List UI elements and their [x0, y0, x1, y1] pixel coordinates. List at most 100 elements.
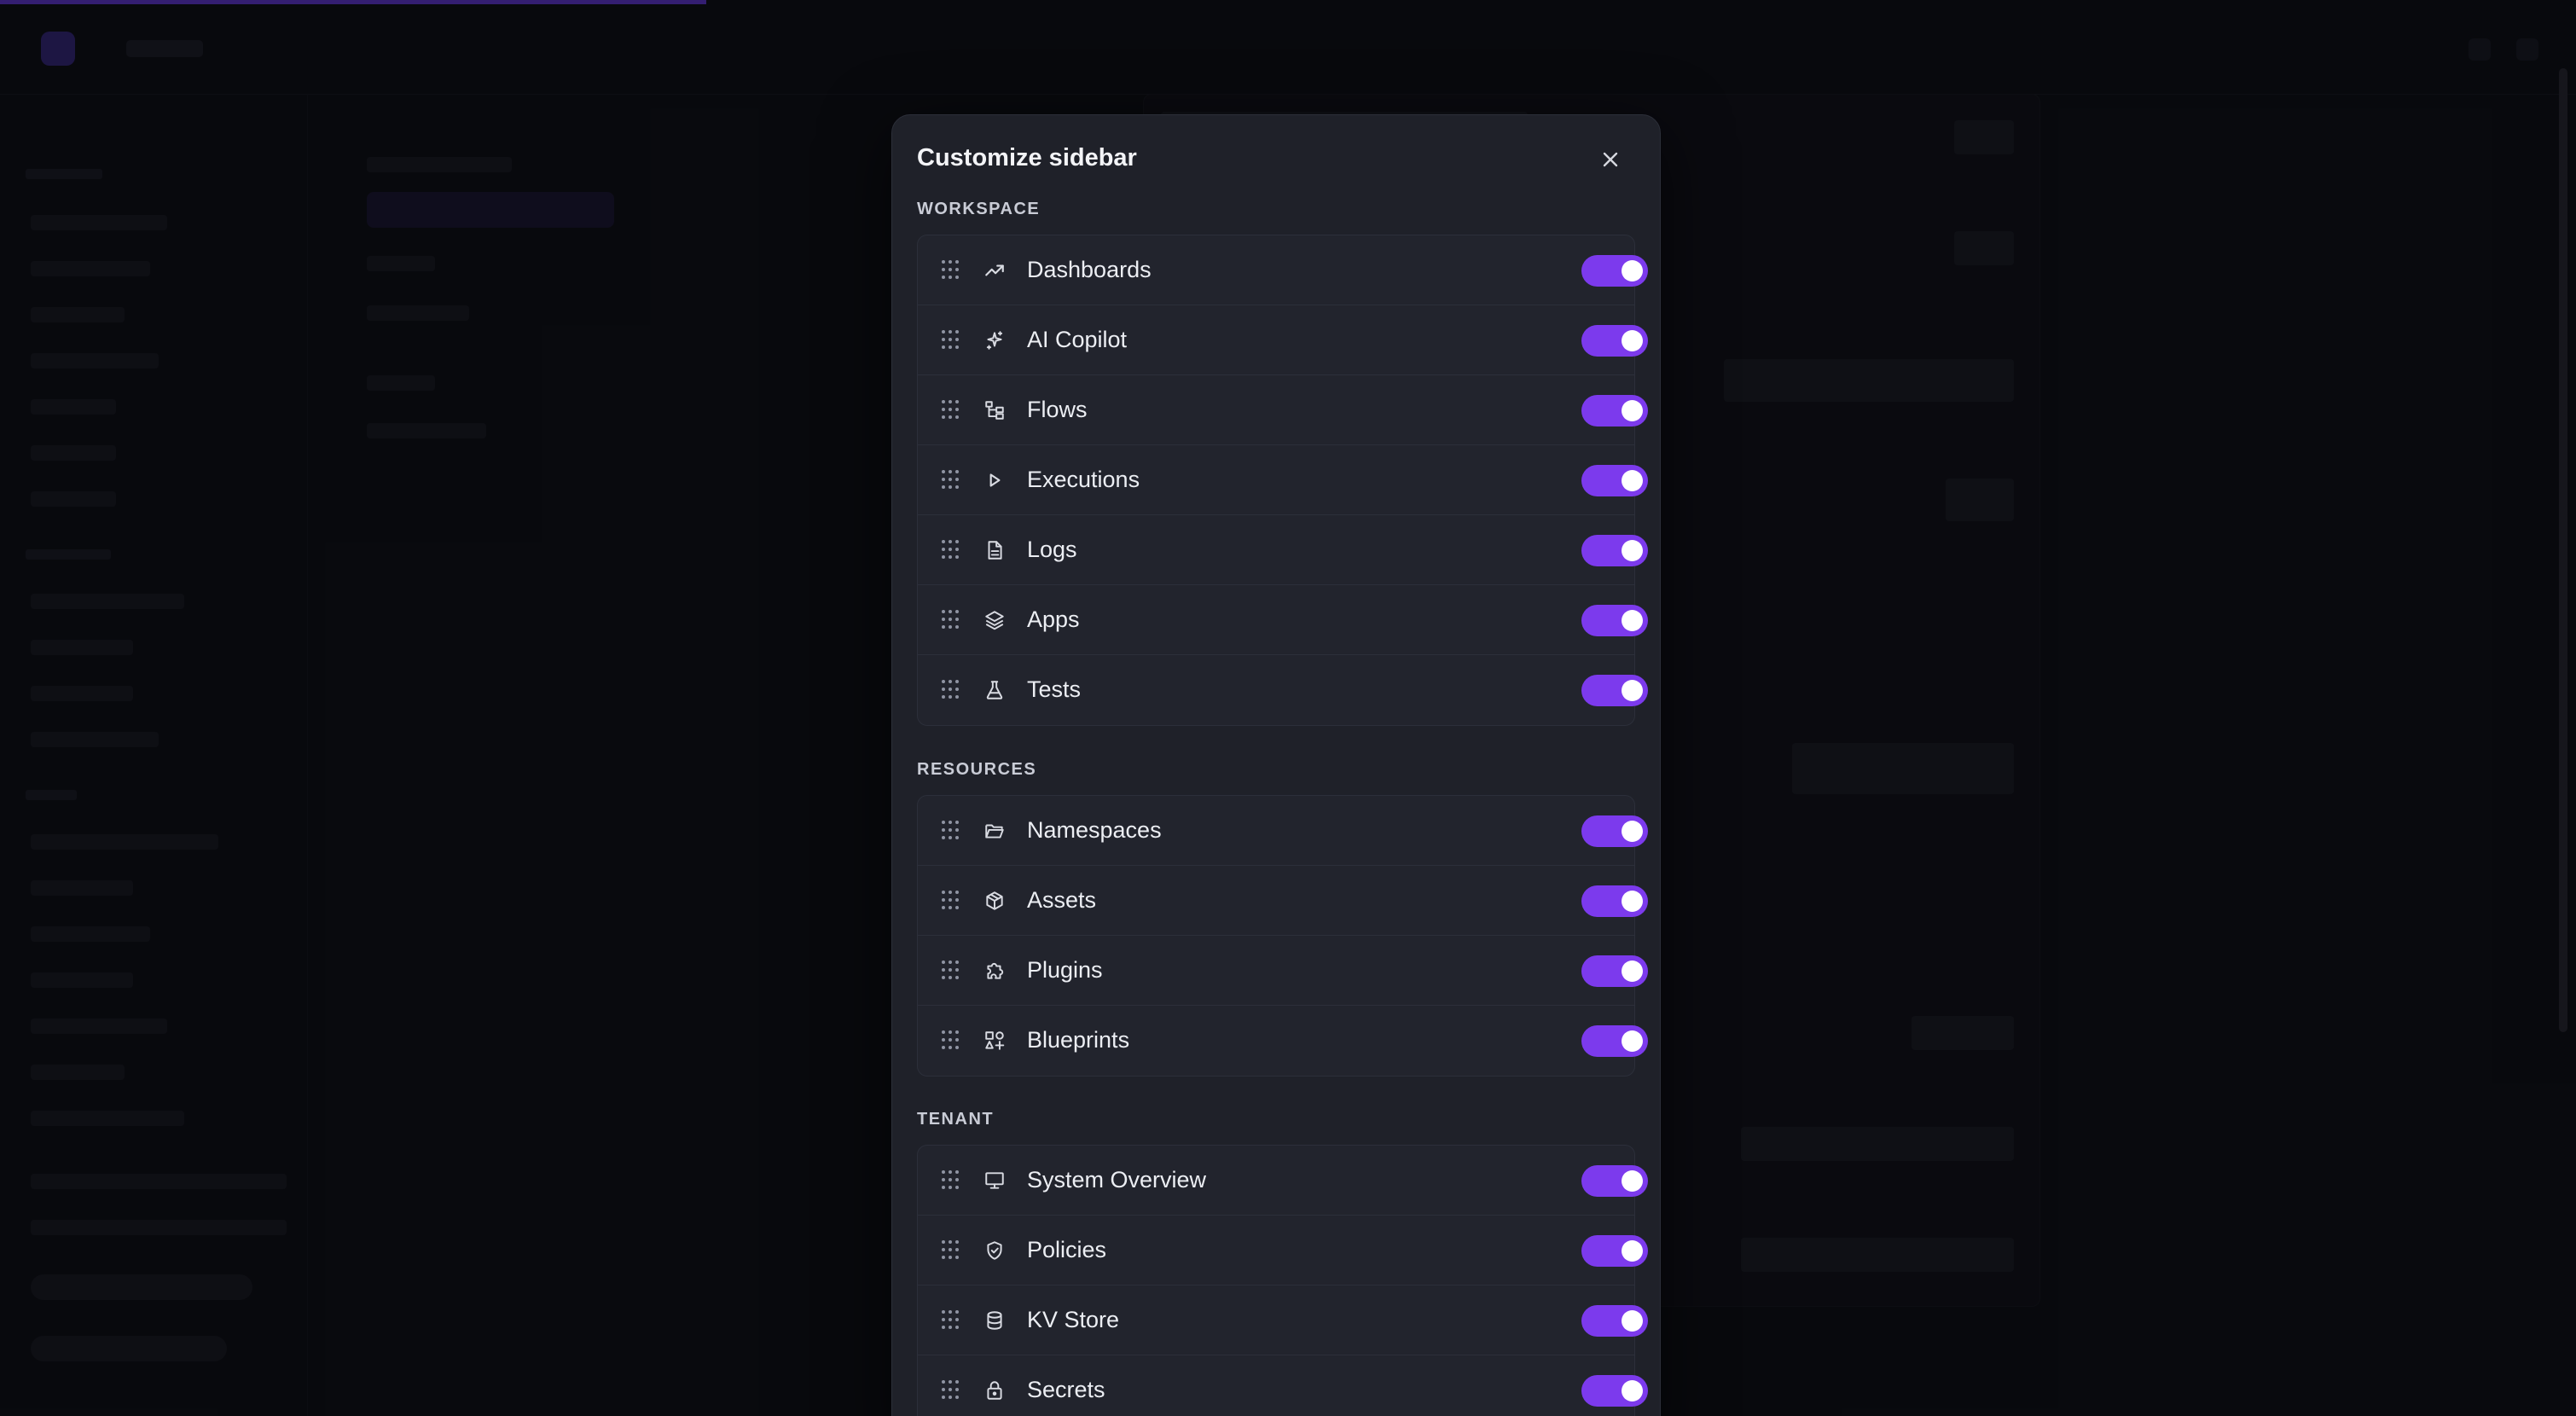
drag-handle[interactable]	[942, 470, 959, 489]
sidebar-item-label: Policies	[1027, 1237, 1107, 1262]
layers-icon	[983, 609, 1006, 631]
visibility-toggle[interactable]	[1581, 465, 1648, 496]
sidebar-item-assets[interactable]: Assets	[918, 866, 1648, 936]
sidebar-item-executions[interactable]: Executions	[918, 445, 1648, 515]
visibility-toggle[interactable]	[1581, 955, 1648, 987]
sidebar-item-flows[interactable]: Flows	[918, 375, 1648, 445]
toggle-knob	[1622, 400, 1643, 421]
drag-handle[interactable]	[942, 400, 959, 419]
app-page: Customize sidebar WORKSPACE Dashboards A…	[0, 0, 2576, 1416]
section-group-tenant: System Overview Policies KV Store Secret…	[917, 1145, 1648, 1416]
sidebar-item-system-overview[interactable]: System Overview	[918, 1146, 1648, 1216]
sidebar-item-label: KV Store	[1027, 1307, 1120, 1332]
chart-line-icon	[983, 259, 1006, 281]
sidebar-item-tests[interactable]: Tests	[918, 655, 1648, 725]
visibility-toggle[interactable]	[1581, 1165, 1648, 1197]
visibility-toggle[interactable]	[1581, 815, 1648, 847]
sidebar-item-label: Tests	[1027, 676, 1082, 702]
toggle-knob	[1622, 821, 1643, 842]
drag-handle[interactable]	[942, 330, 959, 349]
section-group-workspace: Dashboards AI Copilot Flows Executions L…	[917, 235, 1648, 726]
toggle-knob	[1622, 1030, 1643, 1052]
cube-icon	[983, 890, 1006, 912]
lock-icon	[983, 1379, 1006, 1401]
toggle-knob	[1622, 470, 1643, 491]
drag-handle[interactable]	[942, 680, 959, 699]
ai-sparkle-icon	[983, 329, 1006, 351]
toggle-knob	[1622, 1240, 1643, 1262]
customize-sidebar-dialog: Customize sidebar WORKSPACE Dashboards A…	[891, 114, 1661, 1416]
sidebar-item-label: Executions	[1027, 467, 1140, 492]
puzzle-icon	[983, 960, 1006, 982]
drag-handle[interactable]	[942, 540, 959, 559]
sidebar-item-label: Dashboards	[1027, 257, 1152, 282]
shield-check-icon	[983, 1239, 1006, 1262]
monitor-icon	[983, 1169, 1006, 1192]
drag-handle[interactable]	[942, 1030, 959, 1049]
sidebar-item-dashboards[interactable]: Dashboards	[918, 235, 1648, 305]
sidebar-item-logs[interactable]: Logs	[918, 515, 1648, 585]
sidebar-item-label: Plugins	[1027, 957, 1103, 983]
play-icon	[983, 469, 1006, 491]
drag-handle[interactable]	[942, 1310, 959, 1329]
sidebar-item-label: Assets	[1027, 887, 1097, 913]
visibility-toggle[interactable]	[1581, 1025, 1648, 1057]
sidebar-item-label: Flows	[1027, 397, 1088, 422]
toggle-knob	[1622, 540, 1643, 561]
toggle-knob	[1622, 1380, 1643, 1401]
visibility-toggle[interactable]	[1581, 1375, 1648, 1407]
visibility-toggle[interactable]	[1581, 675, 1648, 706]
visibility-toggle[interactable]	[1581, 605, 1648, 636]
flask-icon	[983, 679, 1006, 701]
visibility-toggle[interactable]	[1581, 395, 1648, 427]
visibility-toggle[interactable]	[1581, 1305, 1648, 1337]
folder-open-icon	[983, 820, 1006, 842]
drag-handle[interactable]	[942, 821, 959, 839]
toggle-knob	[1622, 610, 1643, 631]
sidebar-item-label: Namespaces	[1027, 817, 1162, 843]
visibility-toggle[interactable]	[1581, 885, 1648, 917]
drag-handle[interactable]	[942, 1380, 959, 1399]
sidebar-item-label: AI Copilot	[1027, 327, 1128, 352]
database-icon	[983, 1309, 1006, 1332]
section-label-resources: RESOURCES	[917, 760, 1037, 779]
visibility-toggle[interactable]	[1581, 325, 1648, 357]
section-label-tenant: TENANT	[917, 1110, 995, 1129]
flow-tree-icon	[983, 399, 1006, 421]
toggle-knob	[1622, 1170, 1643, 1192]
dialog-title: Customize sidebar	[917, 144, 1137, 171]
section-label-workspace: WORKSPACE	[917, 200, 1041, 218]
sidebar-item-kv-store[interactable]: KV Store	[918, 1285, 1648, 1355]
sidebar-item-label: Blueprints	[1027, 1027, 1130, 1053]
sidebar-item-label: System Overview	[1027, 1167, 1207, 1193]
toggle-knob	[1622, 330, 1643, 351]
sidebar-item-ai-copilot[interactable]: AI Copilot	[918, 305, 1648, 375]
drag-handle[interactable]	[942, 1170, 959, 1189]
sidebar-item-label: Logs	[1027, 537, 1077, 562]
section-group-resources: Namespaces Assets Plugins Blueprints	[917, 795, 1648, 1077]
toggle-knob	[1622, 891, 1643, 912]
sidebar-item-blueprints[interactable]: Blueprints	[918, 1006, 1648, 1076]
sidebar-item-apps[interactable]: Apps	[918, 585, 1648, 655]
close-icon	[1603, 152, 1618, 167]
visibility-toggle[interactable]	[1581, 255, 1648, 287]
sidebar-item-secrets[interactable]: Secrets	[918, 1355, 1648, 1416]
close-button[interactable]	[1593, 142, 1627, 177]
drag-handle[interactable]	[942, 960, 959, 979]
drag-handle[interactable]	[942, 260, 959, 279]
toggle-knob	[1622, 1310, 1643, 1332]
sidebar-item-label: Secrets	[1027, 1377, 1105, 1402]
visibility-toggle[interactable]	[1581, 535, 1648, 566]
toggle-knob	[1622, 960, 1643, 982]
sidebar-item-namespaces[interactable]: Namespaces	[918, 796, 1648, 866]
drag-handle[interactable]	[942, 891, 959, 909]
sidebar-item-policies[interactable]: Policies	[918, 1216, 1648, 1285]
sidebar-item-plugins[interactable]: Plugins	[918, 936, 1648, 1006]
toggle-knob	[1622, 260, 1643, 281]
visibility-toggle[interactable]	[1581, 1235, 1648, 1267]
sidebar-item-label: Apps	[1027, 606, 1080, 632]
toggle-knob	[1622, 680, 1643, 701]
drag-handle[interactable]	[942, 610, 959, 629]
drag-handle[interactable]	[942, 1240, 959, 1259]
file-text-icon	[983, 539, 1006, 561]
